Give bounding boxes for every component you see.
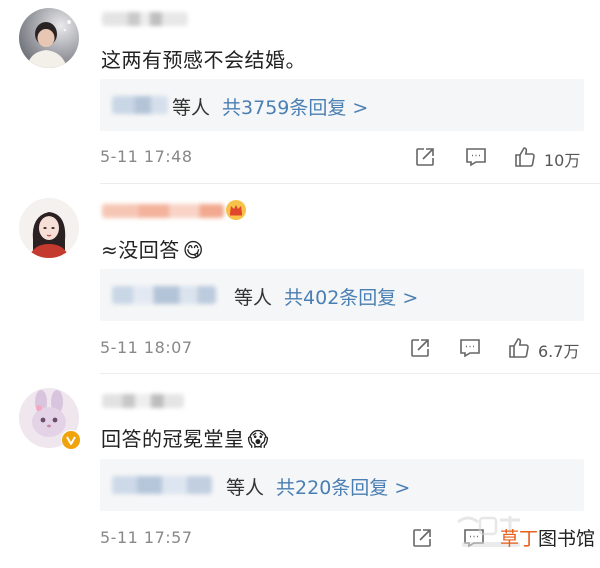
timestamp: 5-11 17:57	[100, 528, 193, 547]
like-icon[interactable]	[513, 145, 537, 169]
reply-users-suffix: 等人	[172, 97, 211, 119]
divider	[100, 373, 600, 374]
emoji-yum-icon: 😋	[182, 238, 205, 262]
comment-icon[interactable]	[458, 336, 482, 360]
username-blurred[interactable]	[102, 12, 188, 26]
reply-count-link[interactable]: 共402条回复 >	[284, 287, 418, 309]
reply-user-blurred	[112, 286, 216, 304]
share-icon[interactable]	[408, 336, 432, 360]
reply-count-link[interactable]: 共3759条回复 >	[222, 97, 368, 119]
avatar[interactable]	[19, 8, 79, 68]
comment-text-content: 回答的冠冕堂皇	[101, 427, 245, 451]
reply-users-suffix: 等人	[234, 287, 273, 309]
watermark-brand-orange: 草丁	[500, 528, 539, 550]
reply-user-blurred	[112, 476, 212, 494]
reply-count-link[interactable]: 共220条回复 >	[276, 477, 410, 499]
username-blurred[interactable]	[102, 204, 224, 218]
avatar[interactable]	[19, 198, 79, 258]
timestamp: 5-11 17:48	[100, 147, 193, 166]
like-count: 10万	[544, 151, 581, 170]
comment-icon[interactable]	[464, 145, 488, 169]
reply-summary[interactable]: 等人 共220条回复 >	[100, 459, 584, 511]
like-icon[interactable]	[507, 336, 531, 360]
reply-user-blurred	[112, 96, 168, 114]
reply-summary[interactable]: 等人 共3759条回复 >	[100, 79, 584, 131]
username-blurred[interactable]	[102, 394, 184, 408]
reply-summary[interactable]: 等人 共402条回复 >	[100, 269, 584, 321]
comment-text: 回答的冠冕堂皇 😱	[101, 423, 269, 452]
share-icon[interactable]	[410, 526, 434, 550]
watermark-brand-dark: 图书馆	[538, 528, 596, 550]
verified-badge-icon	[61, 430, 81, 450]
divider	[100, 183, 600, 184]
like-count: 6.7万	[538, 342, 580, 361]
reply-users-suffix: 等人	[226, 477, 265, 499]
crown-badge-icon	[225, 199, 247, 221]
share-icon[interactable]	[413, 145, 437, 169]
timestamp: 5-11 18:07	[100, 338, 193, 357]
comment-text: ≈没回答 😋	[101, 234, 204, 263]
watermark-brand: 草丁图书馆	[500, 524, 595, 551]
comment-text-content: ≈没回答	[101, 238, 180, 262]
emoji-scared-icon: 😱	[247, 427, 269, 451]
comment-text: 这两有预感不会结婚。	[101, 48, 306, 72]
